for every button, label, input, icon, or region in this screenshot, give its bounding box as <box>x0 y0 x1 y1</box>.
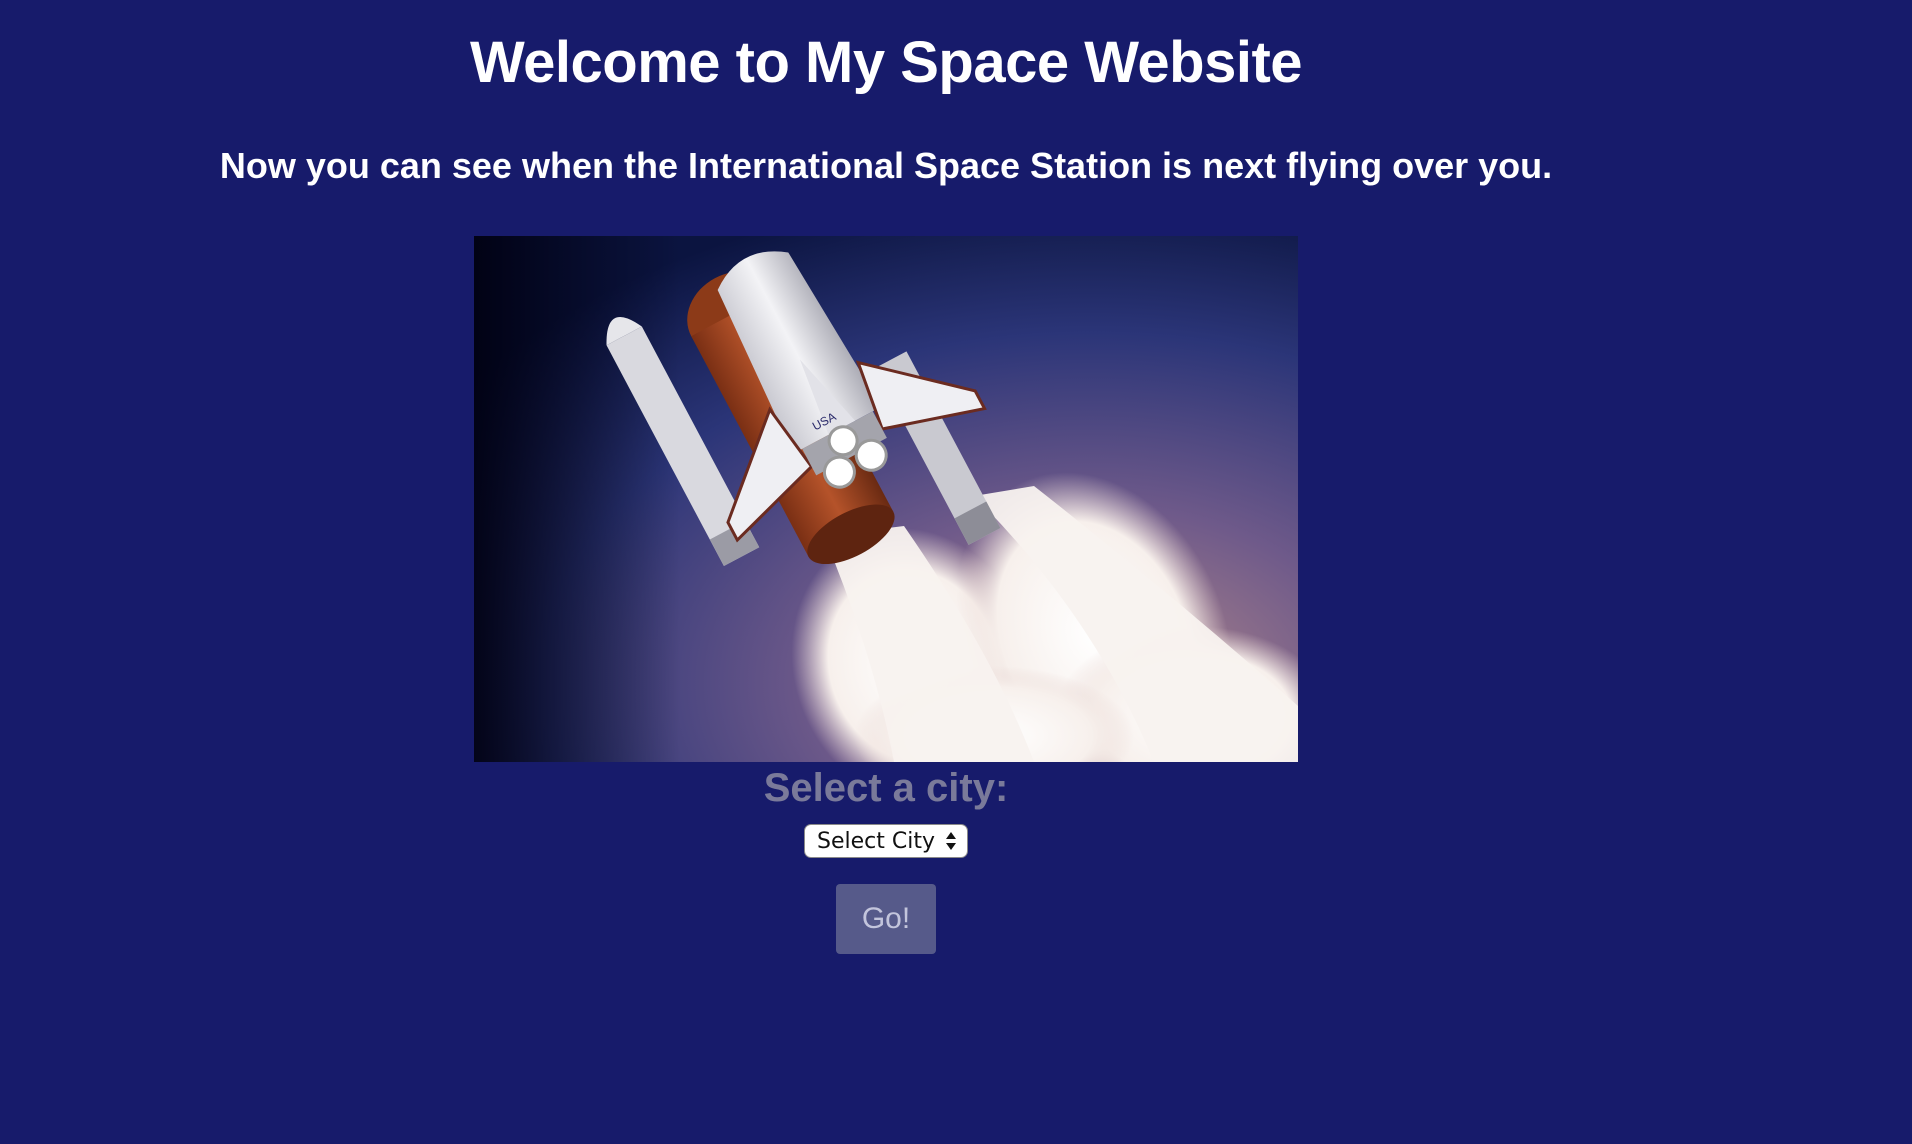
page-title: Welcome to My Space Website <box>469 30 1303 95</box>
space-shuttle-launch-image: USA <box>474 236 1298 762</box>
chevron-up-down-icon <box>943 831 959 851</box>
select-city-label: Select a city: <box>763 766 1009 810</box>
page-subtitle: Now you can see when the International S… <box>219 145 1553 186</box>
page: Welcome to My Space Website Now you can … <box>0 0 1912 1144</box>
city-select[interactable]: Select City <box>804 824 968 858</box>
city-select-value: Select City <box>817 828 935 854</box>
go-button[interactable]: Go! <box>836 884 936 954</box>
